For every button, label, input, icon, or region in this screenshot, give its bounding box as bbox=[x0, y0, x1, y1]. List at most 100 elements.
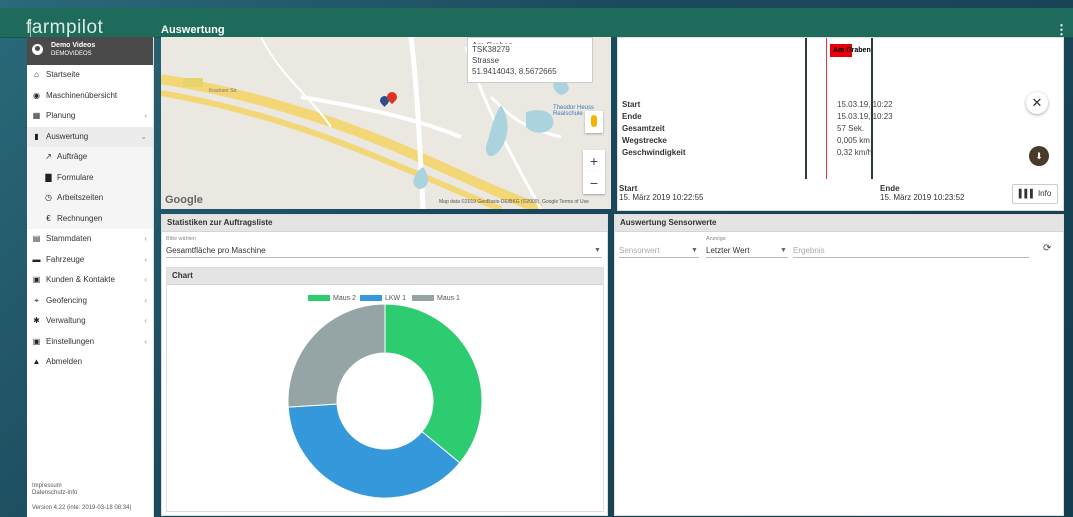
sidebar-item[interactable]: ▲ Abmelden bbox=[27, 352, 153, 373]
sidebar-item-label: Rechnungen bbox=[57, 213, 103, 223]
home-icon: ⌂ bbox=[34, 70, 39, 79]
sidebar-nav: ⌂ Startseite ◉ Maschinenübersicht ▦ Planung ‹ ▮… bbox=[27, 65, 153, 373]
download-button[interactable]: ⬇ bbox=[1029, 146, 1049, 166]
map-credit: Map data ©2019 GeoBasis-DE/BKG (©2009), … bbox=[439, 199, 589, 205]
sidebar-item[interactable]: ▮ Auswertung ⌄ bbox=[27, 126, 153, 147]
chevron-left-icon: ‹ bbox=[144, 316, 147, 325]
donut-slice-maus-2[interactable] bbox=[384, 303, 483, 464]
chart-card: Chart Maus 2 LKW 1 Maus 1 bbox=[166, 267, 604, 512]
truck-icon: ▬ bbox=[32, 254, 41, 264]
sidebar-item[interactable]: ▣ Einstellungen ‹ bbox=[27, 332, 153, 353]
impressum-link[interactable]: Impressum bbox=[32, 483, 77, 490]
end-value: 15. März 2019 10:23:52 bbox=[880, 193, 965, 202]
chevron-left-icon: ‹ bbox=[144, 254, 147, 264]
zoom-in-button[interactable]: + bbox=[583, 150, 605, 172]
sidebar-item-label: Verwaltung bbox=[46, 316, 86, 325]
sidebar-item[interactable]: ▤ Stammdaten ‹ bbox=[27, 229, 153, 250]
sidebar-item-label: Stammdaten bbox=[46, 234, 92, 243]
result-input[interactable]: Ergebnis bbox=[793, 246, 825, 255]
info-button[interactable]: ▌▌▌ Info bbox=[1012, 184, 1058, 204]
geofence-icon: ⌖ bbox=[34, 295, 39, 305]
timeline-segment[interactable]: Am Graben bbox=[830, 44, 871, 57]
table-icon: ▦ bbox=[32, 111, 41, 120]
sidebar-item[interactable]: ▦ Planung ‹ bbox=[27, 106, 153, 127]
sidebar-item-label: Aufträge bbox=[57, 152, 88, 161]
end-time: Ende 15. März 2019 10:23:52 bbox=[880, 184, 965, 202]
start-time: Start 15. März 2019 10:22:55 bbox=[619, 184, 704, 202]
tooltip-line: Strasse bbox=[472, 56, 500, 65]
track-detail-panel: Am Graben Start 15.03.19, 10:22 Ende 15.… bbox=[617, 37, 1064, 211]
compass-icon: ◉ bbox=[33, 90, 40, 100]
chevron-left-icon: ‹ bbox=[144, 111, 147, 120]
sidebar-item-label: Abmelden bbox=[46, 357, 83, 366]
dropdown-caret-icon[interactable]: ▼ bbox=[594, 247, 601, 254]
timeline-line bbox=[805, 84, 807, 179]
sidebar-item[interactable]: ⌖ Geofencing ‹ bbox=[27, 291, 153, 312]
tooltip-line: TSK38279 bbox=[472, 45, 510, 54]
sidebar-item[interactable]: € Rechnungen bbox=[27, 208, 153, 229]
timeline-line bbox=[871, 84, 873, 179]
settings-icon: ▣ bbox=[32, 336, 41, 346]
sidebar-item[interactable]: ⌂ Startseite bbox=[27, 65, 153, 86]
summary-label: Start bbox=[622, 100, 641, 109]
user-box[interactable]: Demo Videos DEMOVIDEOS bbox=[27, 37, 153, 65]
google-logo: Google bbox=[165, 194, 203, 206]
lock-icon: ▲ bbox=[32, 357, 41, 366]
brand-logo[interactable]: farmpilot bbox=[26, 17, 103, 39]
chevron-left-icon: ‹ bbox=[144, 336, 147, 346]
select-underline bbox=[706, 257, 788, 258]
file-icon: ▇ bbox=[45, 172, 52, 182]
start-value: 15. März 2019 10:22:55 bbox=[619, 193, 704, 202]
sidebar-item-label: Maschinenübersicht bbox=[46, 90, 118, 100]
summary-value: 0,005 km bbox=[837, 136, 870, 145]
bar-chart-icon: ▮ bbox=[34, 131, 39, 141]
sidebar-item-label: Arbeitszeiten bbox=[57, 193, 104, 202]
chevron-left-icon: ‹ bbox=[144, 295, 147, 305]
clock-icon: ◷ bbox=[45, 193, 52, 202]
summary-label: Geschwindigkeit bbox=[622, 148, 686, 157]
sidebar-item[interactable]: ◉ Maschinenübersicht bbox=[27, 86, 153, 107]
stats-select[interactable]: Gesamtfläche pro Maschine bbox=[166, 246, 266, 255]
svg-text:Krackser Str.: Krackser Str. bbox=[209, 88, 238, 94]
info-label: Info bbox=[1037, 189, 1052, 198]
sidebar-item[interactable]: ↗ Aufträge bbox=[27, 147, 153, 168]
database-icon: ▤ bbox=[32, 234, 41, 243]
donut-slice-maus-1[interactable] bbox=[287, 303, 386, 408]
zoom-out-button[interactable]: − bbox=[583, 172, 605, 194]
sidebar-item[interactable]: ◷ Arbeitszeiten bbox=[27, 188, 153, 209]
chevron-down-icon: ⌄ bbox=[140, 131, 147, 141]
select-label: Bitte wählen bbox=[166, 236, 196, 242]
sidebar-item[interactable]: ▇ Formulare bbox=[27, 167, 153, 188]
timeline-cursor bbox=[826, 84, 827, 179]
refresh-icon[interactable]: ⟳ bbox=[1043, 243, 1051, 254]
dropdown-caret-icon[interactable]: ▼ bbox=[780, 247, 787, 254]
street-view-icon[interactable] bbox=[585, 111, 603, 133]
euro-icon: € bbox=[46, 213, 51, 223]
sidebar-item-label: Planung bbox=[46, 111, 76, 120]
sensor-select[interactable]: Sensorwert bbox=[619, 246, 659, 255]
summary-label: Wegstrecke bbox=[622, 136, 667, 145]
user-account: DEMOVIDEOS bbox=[51, 51, 92, 57]
sidebar-item[interactable]: ▣ Kunden & Kontakte ‹ bbox=[27, 270, 153, 291]
summary-label: Ende bbox=[622, 112, 642, 121]
sidebar-item[interactable]: ▬ Fahrzeuge ‹ bbox=[27, 250, 153, 271]
cog-icon: ✱ bbox=[33, 316, 40, 325]
sidebar-item[interactable]: ✱ Verwaltung ‹ bbox=[27, 311, 153, 332]
sidebar-item-label: Fahrzeuge bbox=[46, 254, 85, 264]
close-button[interactable]: ✕ bbox=[1026, 92, 1048, 114]
sensor-panel: Auswertung Sensorwerte Sensorwert ▼ Anze… bbox=[614, 214, 1064, 516]
sensor-panel-title: Auswertung Sensorwerte bbox=[615, 215, 1063, 232]
chevron-left-icon: ‹ bbox=[144, 275, 147, 284]
map-view[interactable]: Krackser Str. Am Graben TSK38279 Strasse… bbox=[161, 37, 611, 209]
map-tooltip: Am Graben TSK38279 Strasse 51.9414043, 8… bbox=[467, 37, 593, 83]
summary-value: 15.03.19, 10:23 bbox=[837, 112, 893, 121]
user-avatar-icon bbox=[32, 44, 43, 55]
dropdown-caret-icon[interactable]: ▼ bbox=[691, 247, 698, 254]
privacy-link[interactable]: Datenschutz-Info bbox=[32, 490, 77, 497]
donut-chart bbox=[287, 303, 483, 499]
user-name: Demo Videos bbox=[51, 42, 96, 49]
display-select[interactable]: Letzter Wert bbox=[706, 246, 749, 255]
sidebar-item-label: Kunden & Kontakte bbox=[46, 275, 115, 284]
more-menu-icon[interactable]: ⋮ bbox=[1055, 22, 1068, 38]
sidebar-item-label: Auswertung bbox=[46, 131, 89, 141]
